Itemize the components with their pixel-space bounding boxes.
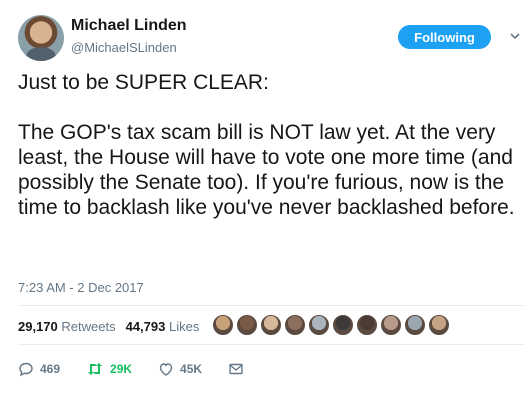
user-name[interactable]: Michael Linden [71,17,187,35]
likers-avatars[interactable] [212,314,450,336]
retweets-label: Retweets [61,319,116,334]
liker-avatar[interactable] [260,314,282,336]
liker-avatar[interactable] [380,314,402,336]
reply-icon [18,361,34,377]
liker-avatar[interactable] [308,314,330,336]
retweet-button[interactable]: 29K [86,361,132,377]
chevron-down-icon[interactable] [507,28,523,44]
tweet-actions: 469 29K 45K [18,361,270,377]
liker-avatar[interactable] [404,314,426,336]
retweet-icon [86,361,104,377]
liker-avatar[interactable] [284,314,306,336]
like-count: 45K [180,362,203,376]
user-handle[interactable]: @MichaelSLinden [71,40,177,55]
liker-avatar[interactable] [236,314,258,336]
liker-avatar[interactable] [356,314,378,336]
avatar-shirt [26,47,56,61]
likes-stat[interactable]: 44,793 Likes [126,319,200,334]
retweets-count: 29,170 [18,319,58,334]
liker-avatar[interactable] [212,314,234,336]
tweet-stats: 29,170 Retweets 44,793 Likes [18,319,199,334]
retweet-count: 29K [110,362,133,376]
envelope-icon [228,361,244,377]
avatar[interactable] [18,15,64,61]
liker-avatar[interactable] [428,314,450,336]
reply-count: 469 [40,362,61,376]
like-button[interactable]: 45K [158,361,202,377]
liker-avatar[interactable] [332,314,354,336]
direct-message-button[interactable] [228,361,244,377]
heart-icon [158,361,174,377]
likes-label: Likes [168,319,200,334]
divider-bottom [18,344,524,345]
retweets-stat[interactable]: 29,170 Retweets [18,319,116,334]
tweet-timestamp[interactable]: 7:23 AM - 2 Dec 2017 [18,280,144,295]
following-button[interactable]: Following [398,25,491,49]
reply-button[interactable]: 469 [18,361,60,377]
likes-count: 44,793 [125,319,166,334]
divider-top [18,305,524,306]
tweet-text: Just to be SUPER CLEAR: The GOP's tax sc… [18,71,515,219]
